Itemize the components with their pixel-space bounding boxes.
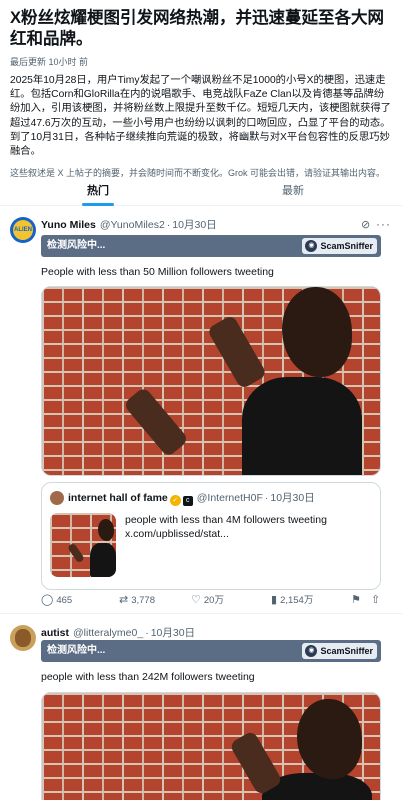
tab-latest[interactable]: 最新 [263, 176, 323, 206]
avatar[interactable]: ALIEN [10, 217, 36, 243]
author-handle[interactable]: @litteralyme0_ [73, 627, 143, 639]
tweet-image[interactable] [41, 286, 381, 476]
summary-updated: 最后更新 10小时 前 [10, 57, 89, 67]
tweet[interactable]: ALIEN Yuno Miles @YunoMiles2 · 10月30日 ⊘ ···… [0, 207, 403, 614]
avatar[interactable] [10, 625, 36, 651]
tweet[interactable]: autist @litteralyme0_ · 10月30日 检测风险中... ◉ S… [0, 615, 403, 800]
quoted-author[interactable]: internet hall of fame [68, 492, 168, 504]
avatar-image [15, 629, 31, 647]
feed-tabs: 热门 最新 [0, 176, 403, 206]
summary-headline: X粉丝炫耀梗图引发网络热潮，并迅速蔓延至各大网红和品牌。 [10, 9, 385, 48]
share-icon: ⇧ [371, 594, 381, 606]
reply-button[interactable]: ◯ 465 [41, 592, 72, 609]
avatar-text: ALIEN [13, 220, 33, 240]
quoted-header: internet hall of fame ✓ c @InternetH0F · 10月3… [68, 490, 315, 506]
scamsniffer-badge[interactable]: ◉ ScamSniffer [302, 643, 377, 659]
quoted-avatar[interactable] [50, 491, 64, 505]
share-button[interactable]: ⇧ [371, 592, 383, 609]
risk-check-bar: 检测风险中... ◉ ScamSniffer [41, 640, 381, 662]
like-count: 20万 [203, 595, 224, 606]
quoted-thumbnail[interactable] [50, 513, 116, 577]
separator-dot: · [145, 627, 149, 639]
summary-body: 2025年10月28日，用户Timy发起了一个嘲讽粉丝不足1000的小号X的梗图… [10, 75, 391, 158]
risk-check-bar: 检测风险中... ◉ ScamSniffer [41, 235, 381, 257]
author-handle[interactable]: @YunoMiles2 [100, 219, 165, 231]
views-button[interactable]: ▮ 2,154万 [271, 592, 313, 609]
affiliate-badge-icon: c [182, 496, 193, 506]
quoted-handle[interactable]: @InternetH0F [197, 492, 263, 504]
tweet-date[interactable]: 10月30日 [151, 627, 195, 639]
trend-summary: X粉丝炫耀梗图引发网络热潮，并迅速蔓延至各大网红和品牌。 最后更新 10小时 前… [0, 0, 403, 179]
bookmark-button[interactable]: ⚑ [351, 592, 364, 609]
tweet-date[interactable]: 10月30日 [172, 219, 216, 231]
author-name[interactable]: Yuno Miles [41, 219, 96, 231]
quoted-tweet[interactable]: internet hall of fame ✓ c @InternetH0F · 10月3… [41, 482, 381, 590]
separator-dot: · [166, 219, 171, 231]
views-count: 2,154万 [280, 595, 314, 606]
retweet-icon: ⇄ [119, 594, 129, 606]
views-icon: ▮ [271, 594, 278, 606]
verified-badge-icon: ✓ [169, 495, 181, 506]
more-icon[interactable]: ··· [376, 217, 391, 231]
risk-status: 检测风险中... [47, 240, 106, 251]
reply-icon: ◯ [41, 594, 54, 606]
scamsniffer-label: ScamSniffer [320, 241, 373, 251]
tweet-text: People with less than 50 Million followe… [41, 266, 274, 278]
heart-icon: ♡ [191, 594, 201, 606]
scamsniffer-label: ScamSniffer [320, 646, 373, 656]
tab-top[interactable]: 热门 [68, 176, 128, 206]
quoted-date[interactable]: 10月30日 [270, 492, 314, 504]
tweet-header: Yuno Miles @YunoMiles2 · 10月30日 [41, 217, 217, 233]
scamsniffer-icon: ◉ [305, 645, 318, 657]
scamsniffer-icon: ◉ [305, 240, 318, 252]
tweet-image[interactable] [41, 692, 381, 800]
retweet-count: 3,778 [131, 595, 155, 606]
reply-count: 465 [56, 595, 73, 606]
bookmark-icon: ⚑ [351, 594, 361, 606]
grok-icon[interactable]: ⊘ [361, 219, 373, 231]
like-button[interactable]: ♡ 20万 [191, 592, 224, 609]
tweet-actions: ◯ 465 ⇄ 3,778 ♡ 20万 ▮ 2,154万 ⚑ ⇧ [41, 592, 386, 608]
separator-dot: · [264, 492, 269, 504]
scamsniffer-badge[interactable]: ◉ ScamSniffer [302, 238, 377, 254]
quoted-text: people with less than 4M followers tweet… [125, 514, 327, 540]
tweet-text: people with less than 242M followers twe… [41, 671, 255, 683]
author-name[interactable]: autist [41, 627, 69, 639]
retweet-button[interactable]: ⇄ 3,778 [119, 592, 155, 609]
risk-status: 检测风险中... [47, 645, 106, 656]
tweet-header: autist @litteralyme0_ · 10月30日 [41, 625, 195, 641]
